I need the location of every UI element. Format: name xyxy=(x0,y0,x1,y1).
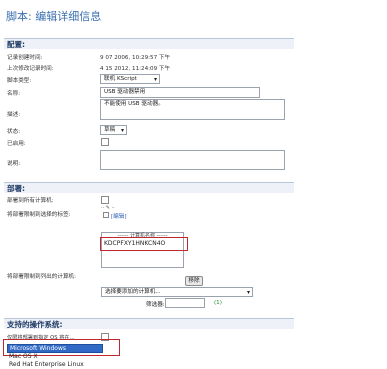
modified-label: 上次修改记录时间: xyxy=(7,66,54,72)
limit-tags-label: 将部署限制到选择的标签: xyxy=(7,212,71,218)
script-type-value: 联机 KScript xyxy=(104,76,137,82)
remove-button[interactable]: 移除 xyxy=(185,276,203,286)
script-type-select[interactable]: 联机 KScript ▾ xyxy=(100,74,160,84)
section-config-header: 配置: xyxy=(4,38,294,49)
created-label: 记录创建时间: xyxy=(7,55,43,61)
section-deploy-header: 部署: xyxy=(4,182,294,193)
filter-count: (1) xyxy=(214,300,222,306)
enabled-label: 已启用: xyxy=(7,141,26,147)
add-machine-placeholder: 选择要添加的计算机... xyxy=(105,289,161,295)
os-option[interactable]: Mac OS X xyxy=(7,353,38,361)
deploy-all-label: 部署到所有计算机: xyxy=(7,198,54,204)
status-value: 草稿 xyxy=(104,127,116,133)
created-value: 9 07 2006, 10:29:57 下午 xyxy=(100,55,171,61)
modified-value: 4 15 2012, 11:24:09 下午 xyxy=(100,66,171,72)
tag-icon: ·· ✎ ·· xyxy=(101,205,115,211)
name-input[interactable]: USB 驱动器禁用 xyxy=(100,87,260,98)
chevron-down-icon: ▾ xyxy=(246,289,250,296)
os-option[interactable]: Red Hat Enterprise Linux xyxy=(7,361,84,369)
description-textarea[interactable]: 不能使用 USB 驱动器。 xyxy=(100,99,285,120)
filter-input[interactable] xyxy=(165,298,205,308)
section-os-header: 支持的操作系统: xyxy=(4,318,294,329)
description-label: 描述: xyxy=(7,112,21,118)
filter-label: 筛选器: xyxy=(146,302,165,308)
edit-tags-link[interactable]: [编辑] xyxy=(111,212,127,220)
status-select[interactable]: 草稿 ▾ xyxy=(100,125,127,135)
chevron-down-icon: ▾ xyxy=(120,127,124,134)
status-label: 状态: xyxy=(7,129,21,135)
machine-item[interactable]: KDCPFXY1HNKCN4O xyxy=(104,240,165,247)
name-label: 名称: xyxy=(7,91,21,97)
description-text: 不能使用 USB 驱动器。 xyxy=(104,101,164,107)
deploy-all-checkbox[interactable] xyxy=(101,196,109,204)
notes-label: 说明: xyxy=(7,161,21,167)
chevron-down-icon: ▾ xyxy=(153,76,157,83)
type-label: 脚本类型: xyxy=(7,78,32,84)
os-option-selected[interactable]: Microsoft Windows xyxy=(7,344,103,353)
notes-textarea[interactable] xyxy=(100,150,285,170)
add-machine-select[interactable]: 选择要添加的计算机... ▾ xyxy=(101,287,253,297)
tag-icon-box xyxy=(103,212,109,218)
enabled-checkbox[interactable] xyxy=(101,138,109,146)
limit-machines-label: 将部署限制到列出的计算机: xyxy=(7,274,77,280)
page-title: 脚本: 编辑详细信息 xyxy=(6,10,102,23)
